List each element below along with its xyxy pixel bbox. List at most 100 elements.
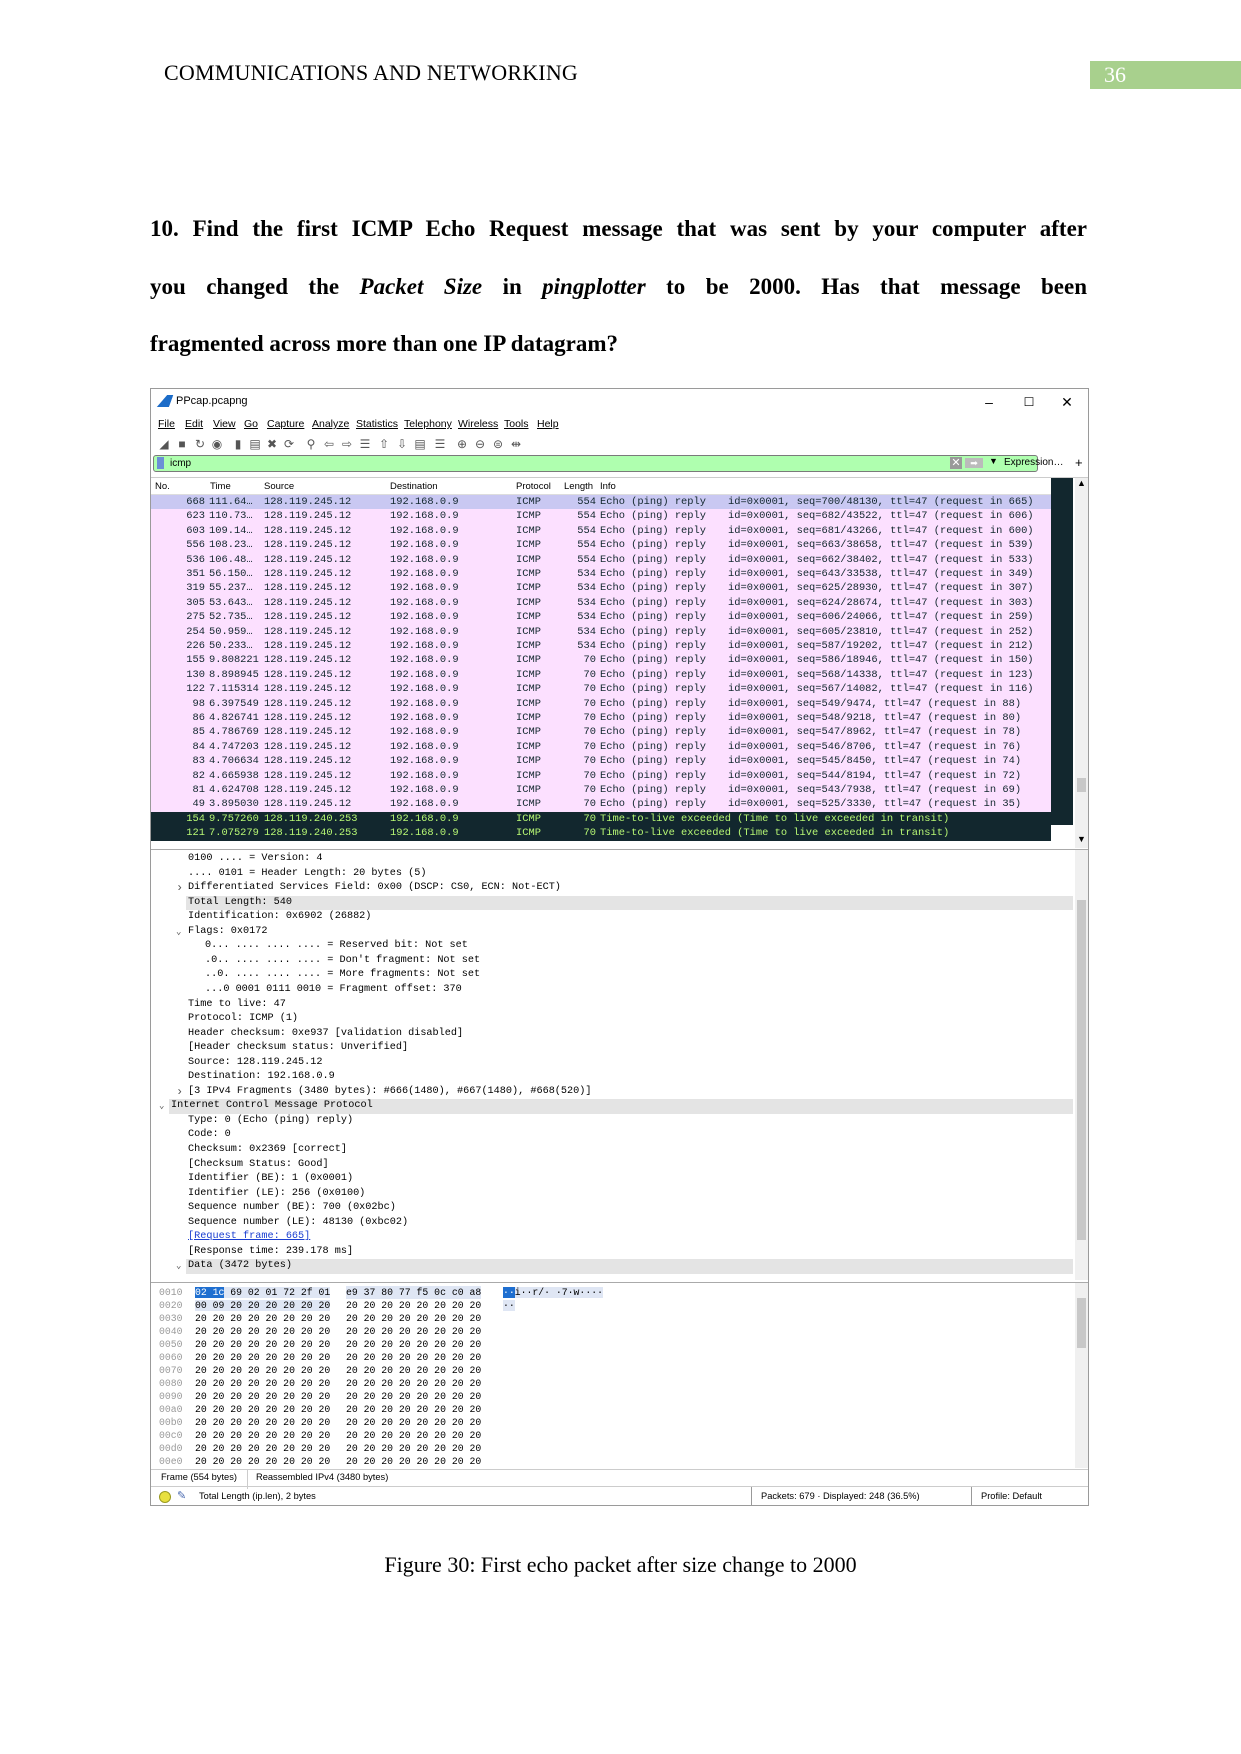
packet-row[interactable]: 155 9.808221 128.119.245.12 192.168.0.9 ICMP… xyxy=(151,653,1051,668)
column-header-protocol[interactable]: Protocol xyxy=(516,481,551,492)
colorize-icon[interactable]: ☰ xyxy=(433,437,447,451)
scroll-up-icon[interactable]: ▲ xyxy=(1077,478,1086,488)
hex-bytes-2[interactable]: 20 20 20 20 20 20 20 20 xyxy=(346,1338,481,1351)
detail-line[interactable]: Type: 0 (Echo (ping) reply) xyxy=(151,1114,1073,1129)
detail-line[interactable]: Sequence number (BE): 700 (0x02bc) xyxy=(151,1201,1073,1216)
hex-bytes-1[interactable]: 20 20 20 20 20 20 20 20 xyxy=(195,1455,330,1468)
packet-row[interactable]: 319 55.237… 128.119.245.12 192.168.0.9 ICMP 5… xyxy=(151,581,1051,596)
hex-bytes-2[interactable]: 20 20 20 20 20 20 20 20 xyxy=(346,1390,481,1403)
menu-go[interactable]: Go xyxy=(244,418,258,430)
detail-line[interactable]: .... 0101 = Header Length: 20 bytes (5) xyxy=(151,867,1073,882)
autoscroll-icon[interactable]: ▤ xyxy=(413,437,427,451)
open-folder-icon[interactable]: ▮ xyxy=(231,437,245,451)
column-header-info[interactable]: Info xyxy=(600,481,616,492)
menu-view[interactable]: View xyxy=(213,418,236,430)
hex-bytes-2[interactable]: e9 37 80 77 f5 0c c0 a8 xyxy=(346,1286,482,1299)
packet-row[interactable]: 83 4.706634 128.119.245.12 192.168.0.9 ICMP 7… xyxy=(151,754,1051,769)
reload-icon[interactable]: ⟳ xyxy=(282,437,296,451)
detail-line[interactable]: Total Length: 540 xyxy=(186,895,1073,911)
column-header-length[interactable]: Length xyxy=(564,481,593,492)
packet-row[interactable]: 305 53.643… 128.119.245.12 192.168.0.9 ICMP 5… xyxy=(151,595,1051,611)
hex-bytes-1[interactable]: 20 20 20 20 20 20 20 20 xyxy=(195,1416,330,1429)
selected-ascii[interactable]: ·· xyxy=(503,1287,515,1298)
hex-bytes-2[interactable]: 20 20 20 20 20 20 20 20 xyxy=(346,1312,481,1325)
hex-bytes-1[interactable]: 20 20 20 20 20 20 20 20 xyxy=(195,1325,330,1338)
detail-line[interactable]: ⌄ Internet Control Message Protocol xyxy=(159,1099,1073,1114)
detail-line[interactable]: Checksum: 0x2369 [correct] xyxy=(151,1143,1073,1158)
packet-row[interactable]: 351 56.150… 128.119.245.12 192.168.0.9 ICMP 5… xyxy=(151,567,1051,582)
zoom-out-icon[interactable]: ⊖ xyxy=(473,437,487,451)
edit-comment-icon[interactable]: ✎ xyxy=(177,1489,186,1502)
apply-filter-icon[interactable]: ➡ xyxy=(965,458,983,468)
close-button[interactable]: ✕ xyxy=(1049,391,1085,413)
expression-button[interactable]: Expression… xyxy=(1004,457,1063,468)
chevron-down-icon[interactable]: ⌄ xyxy=(176,1259,181,1274)
close-file-icon[interactable]: ✖ xyxy=(265,437,279,451)
hex-row[interactable]: 0050 20 20 20 20 20 20 20 20 20 20 20 20 2… xyxy=(151,1338,1071,1351)
packet-row[interactable]: 623 110.73… 128.119.245.12 192.168.0.9 ICMP 5… xyxy=(151,509,1051,524)
packet-row[interactable]: 84 4.747203 128.119.245.12 192.168.0.9 ICMP 7… xyxy=(151,739,1051,755)
status-profile[interactable]: Profile: Default xyxy=(981,1491,1042,1501)
detail-line[interactable]: [Response time: 239.178 ms] xyxy=(151,1245,1073,1260)
hex-row[interactable]: 00b0 20 20 20 20 20 20 20 20 20 20 20 20 2… xyxy=(151,1416,1071,1429)
scroll-thumb[interactable] xyxy=(1077,1298,1086,1348)
hex-row[interactable]: 0030 20 20 20 20 20 20 20 20 20 20 20 20 2… xyxy=(151,1312,1071,1325)
bytes-scrollbar[interactable] xyxy=(1075,1283,1088,1468)
first-packet-icon[interactable]: ⇧ xyxy=(377,437,391,451)
detail-line[interactable]: Source: 128.119.245.12 xyxy=(151,1056,1073,1071)
hex-bytes-1[interactable]: 20 20 20 20 20 20 20 20 xyxy=(195,1351,330,1364)
packet-row[interactable]: 98 6.397549 128.119.245.12 192.168.0.9 ICMP 7… xyxy=(151,696,1051,711)
column-header-source[interactable]: Source xyxy=(264,481,294,492)
options-icon[interactable]: ◉ xyxy=(210,437,224,451)
normal-size-icon[interactable]: ⊜ xyxy=(491,437,505,451)
tab-reassembled[interactable]: Reassembled IPv4 (3480 bytes) xyxy=(256,1470,388,1484)
chevron-down-icon[interactable]: ⌄ xyxy=(159,1099,164,1114)
resize-columns-icon[interactable]: ⇹ xyxy=(509,437,523,451)
scroll-thumb[interactable] xyxy=(1077,900,1086,1240)
packet-row[interactable]: 86 4.826741 128.119.245.12 192.168.0.9 ICMP 7… xyxy=(151,711,1051,726)
selected-bytes[interactable]: 02 1c xyxy=(195,1287,225,1298)
hex-bytes-2[interactable]: 20 20 20 20 20 20 20 20 xyxy=(346,1377,481,1390)
menu-tools[interactable]: Tools xyxy=(504,418,529,430)
packet-row[interactable]: 536 106.48… 128.119.245.12 192.168.0.9 ICMP 5… xyxy=(151,552,1051,567)
menu-file[interactable]: File xyxy=(158,418,175,430)
detail-line[interactable]: [Header checksum status: Unverified] xyxy=(151,1041,1073,1056)
hex-bytes-1[interactable]: 00 09 20 20 20 20 20 20 xyxy=(195,1299,331,1312)
menu-capture[interactable]: Capture xyxy=(267,418,304,430)
scroll-down-icon[interactable]: ▼ xyxy=(1077,834,1086,844)
zoom-in-icon[interactable]: ⊕ xyxy=(455,437,469,451)
detail-line[interactable]: › [3 IPv4 Fragments (3480 bytes): #666(14… xyxy=(151,1085,1073,1100)
details-scrollbar[interactable] xyxy=(1075,850,1088,1280)
chevron-down-icon[interactable]: ▼ xyxy=(989,456,998,466)
detail-line[interactable]: ⌄ Flags: 0x0172 xyxy=(151,925,1073,940)
hex-row[interactable]: 0020 00 09 20 20 20 20 20 20 20 20 20 20 2… xyxy=(151,1299,1071,1312)
hex-bytes-2[interactable]: 20 20 20 20 20 20 20 20 xyxy=(346,1455,481,1468)
column-header-time[interactable]: Time xyxy=(210,481,231,492)
go-to-packet-icon[interactable]: ☰ xyxy=(358,437,372,451)
menu-telephony[interactable]: Telephony xyxy=(404,418,452,430)
detail-line[interactable]: Destination: 192.168.0.9 xyxy=(151,1070,1073,1085)
hex-row[interactable]: 0010 02 1c 69 02 01 72 2f 01 e9 37 80 77 f… xyxy=(151,1286,1071,1299)
hex-ascii[interactable]: ··i··r/· ·7·w···· xyxy=(503,1286,603,1299)
detail-line[interactable]: .0.. .... .... .... = Don't fragment: No… xyxy=(151,954,1073,969)
detail-line[interactable]: ⌄ Data (3472 bytes) xyxy=(176,1259,1073,1274)
hex-bytes-1[interactable]: 20 20 20 20 20 20 20 20 xyxy=(195,1338,330,1351)
hex-row[interactable]: 0060 20 20 20 20 20 20 20 20 20 20 20 20 2… xyxy=(151,1351,1071,1364)
detail-line[interactable]: [Request frame: 665] xyxy=(151,1230,1073,1245)
save-icon[interactable]: ▤ xyxy=(248,437,262,451)
hex-bytes-2[interactable]: 20 20 20 20 20 20 20 20 xyxy=(346,1429,481,1442)
stop-icon[interactable]: ■ xyxy=(175,437,189,451)
packet-row[interactable]: 275 52.735… 128.119.245.12 192.168.0.9 ICMP 5… xyxy=(151,610,1051,625)
hex-bytes-2[interactable]: 20 20 20 20 20 20 20 20 xyxy=(346,1442,481,1455)
detail-line[interactable]: Time to live: 47 xyxy=(151,998,1073,1013)
packet-row[interactable]: 154 9.757260 128.119.240.253 192.168.0.9 ICM… xyxy=(151,811,1051,827)
hex-bytes-2[interactable]: 20 20 20 20 20 20 20 20 xyxy=(346,1403,481,1416)
detail-line[interactable]: ..0. .... .... .... = More fragments: No… xyxy=(151,968,1073,983)
packet-row[interactable]: 226 50.233… 128.119.245.12 192.168.0.9 ICMP 5… xyxy=(151,639,1051,654)
detail-line[interactable]: Code: 0 xyxy=(151,1128,1073,1143)
hex-bytes-2[interactable]: 20 20 20 20 20 20 20 20 xyxy=(346,1351,481,1364)
hex-bytes-1[interactable]: 20 20 20 20 20 20 20 20 xyxy=(195,1377,330,1390)
hex-bytes-1[interactable]: 02 1c 69 02 01 72 2f 01 xyxy=(195,1286,331,1299)
back-icon[interactable]: ⇦ xyxy=(322,437,336,451)
hex-bytes-1[interactable]: 20 20 20 20 20 20 20 20 xyxy=(195,1429,330,1442)
